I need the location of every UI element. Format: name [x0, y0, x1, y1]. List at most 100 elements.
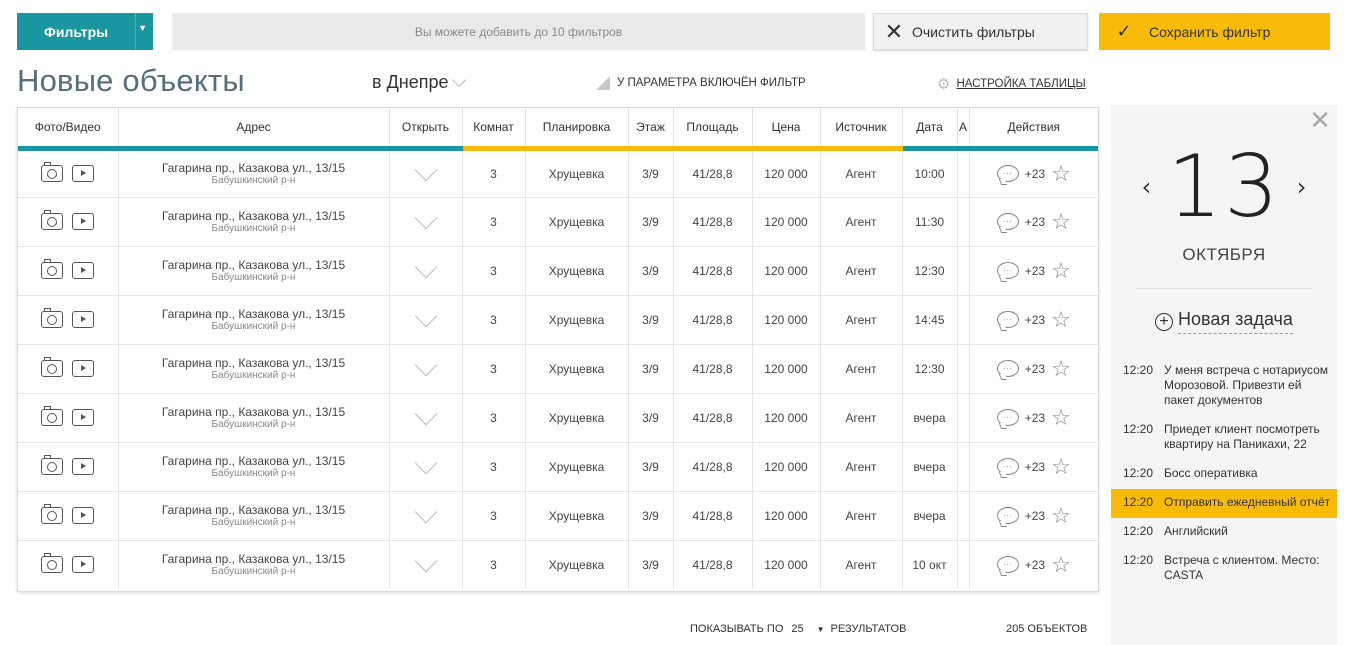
video-icon[interactable] — [72, 507, 95, 524]
task-text: У меня встреча с нотариусом Морозовой. П… — [1164, 363, 1328, 407]
camera-icon[interactable] — [41, 455, 64, 475]
table-row[interactable]: Гагарина пр., Казакова ул., 13/15 Бабушки… — [18, 246, 1098, 296]
address-cell: Гагарина пр., Казакова ул., 13/15 Бабушки… — [118, 491, 390, 541]
task-item[interactable]: 12:20 Встреча с клиентом. Место: CASTA — [1111, 547, 1337, 591]
table-row[interactable]: Гагарина пр., Казакова ул., 13/15 Бабушки… — [18, 442, 1098, 492]
star-icon[interactable]: ☆ — [1051, 504, 1071, 527]
camera-icon[interactable] — [41, 504, 64, 524]
star-icon[interactable]: ☆ — [1051, 162, 1071, 185]
table-row[interactable]: Гагарина пр., Казакова ул., 13/15 Бабушки… — [18, 197, 1098, 247]
video-icon[interactable] — [72, 556, 95, 574]
video-icon[interactable] — [72, 165, 95, 182]
column-header[interactable]: Комнат — [462, 108, 526, 151]
camera-icon[interactable] — [41, 553, 64, 574]
chevron-down-icon[interactable] — [414, 549, 437, 573]
day-selector: ‹ 13 › — [1111, 141, 1337, 233]
column-header[interactable]: Площадь — [673, 108, 753, 151]
filters-button[interactable]: Фильтры ▼ — [17, 13, 153, 50]
column-header[interactable]: Источник — [820, 108, 903, 151]
camera-icon[interactable] — [41, 259, 64, 279]
comment-icon[interactable]: ··· — [996, 458, 1019, 475]
save-filter-button[interactable]: ✓ Сохранить фильтр — [1099, 13, 1330, 50]
star-icon[interactable]: ☆ — [1051, 406, 1071, 429]
address-cell: Гагарина пр., Казакова ул., 13/15 Бабушки… — [118, 148, 390, 198]
floor-cell: 3/9 — [628, 295, 674, 345]
chevron-down-icon[interactable] — [414, 451, 437, 474]
address: Гагарина пр., Казакова ул., 13/15 — [161, 160, 346, 175]
chevron-down-icon[interactable] — [414, 255, 437, 278]
layout-cell: Хрущевка — [525, 148, 629, 198]
video-icon[interactable] — [72, 458, 95, 475]
table-row[interactable]: Гагарина пр., Казакова ул., 13/15 Бабушки… — [18, 491, 1098, 541]
table-settings-link[interactable]: ⚙ НАСТРОЙКА ТАБЛИЦЫ — [937, 75, 1086, 93]
comment-icon[interactable]: ··· — [996, 262, 1019, 279]
column-header[interactable]: Действия — [969, 108, 1098, 151]
comment-icon[interactable]: ··· — [996, 360, 1019, 377]
chevron-right-icon[interactable]: › — [1297, 173, 1307, 201]
clear-filters-button[interactable]: ✕ Очистить фильтры — [873, 13, 1088, 50]
video-icon[interactable] — [72, 213, 95, 230]
table-row[interactable]: Гагарина пр., Казакова ул., 13/15 Бабушки… — [18, 295, 1098, 345]
column-header[interactable]: Цена — [752, 108, 821, 151]
camera-icon[interactable] — [41, 308, 64, 328]
table-row[interactable]: Гагарина пр., Казакова ул., 13/15 Бабушки… — [18, 540, 1098, 589]
column-header[interactable]: Открыть — [389, 108, 463, 151]
dropdown-caret-icon[interactable]: ▼ — [138, 23, 147, 33]
table-row[interactable]: Гагарина пр., Казакова ул., 13/15 Бабушки… — [18, 148, 1098, 198]
page-size-dropdown-icon[interactable]: ▼ — [817, 625, 825, 634]
total-count: 205 ОБЪЕКТОВ — [1006, 623, 1088, 635]
close-icon[interactable]: ✕ — [1309, 107, 1331, 133]
chevron-down-icon[interactable] — [414, 353, 437, 376]
address: Гагарина пр., Казакова ул., 13/15 — [161, 306, 346, 321]
camera-icon[interactable] — [41, 406, 64, 426]
chevron-down-icon[interactable] — [414, 402, 437, 425]
chevron-down-icon[interactable] — [414, 206, 437, 229]
video-icon[interactable] — [72, 311, 95, 328]
camera-icon[interactable] — [41, 357, 64, 377]
chevron-down-icon[interactable] — [414, 158, 437, 181]
comment-icon[interactable]: ··· — [996, 507, 1019, 524]
comment-icon[interactable]: ··· — [996, 409, 1019, 426]
column-header[interactable]: А — [957, 108, 970, 151]
column-header[interactable]: Адрес — [118, 108, 390, 151]
comment-count: +23 — [1024, 508, 1046, 523]
date-cell: 14:45 — [902, 295, 958, 345]
price-cell: 120 000 — [752, 540, 821, 589]
star-icon[interactable]: ☆ — [1051, 308, 1071, 331]
city-selector[interactable]: в Днепре — [372, 72, 467, 93]
column-header[interactable]: Дата — [902, 108, 958, 151]
video-icon[interactable] — [72, 409, 95, 426]
video-icon[interactable] — [72, 360, 95, 377]
column-header[interactable]: Планировка — [525, 108, 629, 151]
open-cell — [389, 442, 463, 492]
table-row[interactable]: Гагарина пр., Казакова ул., 13/15 Бабушки… — [18, 344, 1098, 394]
star-icon[interactable]: ☆ — [1051, 210, 1071, 233]
chevron-down-icon — [452, 72, 467, 87]
task-item[interactable]: 12:20 У меня встреча с нотариусом Морозов… — [1111, 357, 1337, 416]
star-icon[interactable]: ☆ — [1051, 259, 1071, 282]
new-task-button[interactable]: + Новая задача — [1111, 309, 1337, 334]
open-cell — [389, 295, 463, 345]
table-row[interactable]: Гагарина пр., Казакова ул., 13/15 Бабушки… — [18, 393, 1098, 443]
star-icon[interactable]: ☆ — [1051, 455, 1071, 478]
task-item[interactable]: 12:20 Приедет клиент посмотреть квартиру … — [1111, 416, 1337, 460]
comment-icon[interactable]: ··· — [996, 556, 1019, 574]
comment-icon[interactable]: ··· — [996, 213, 1019, 230]
task-item[interactable]: 12:20 Английский — [1111, 518, 1337, 547]
video-icon[interactable] — [72, 262, 95, 279]
chevron-down-icon[interactable] — [414, 304, 437, 327]
comment-icon[interactable]: ··· — [996, 165, 1019, 182]
star-icon[interactable]: ☆ — [1051, 357, 1071, 380]
star-icon[interactable]: ☆ — [1051, 553, 1071, 576]
chevron-left-icon[interactable]: ‹ — [1142, 173, 1152, 201]
task-item[interactable]: 12:20 Отправить ежедневный отчёт — [1111, 489, 1337, 518]
page-size-value[interactable]: 25 — [791, 623, 803, 635]
column-header[interactable]: Этаж — [628, 108, 674, 151]
comment-icon[interactable]: ··· — [996, 311, 1019, 328]
column-header[interactable]: Фото/Видео — [18, 108, 119, 151]
chevron-down-icon[interactable] — [414, 500, 437, 523]
address-cell: Гагарина пр., Казакова ул., 13/15 Бабушки… — [118, 246, 390, 296]
camera-icon[interactable] — [41, 162, 64, 182]
camera-icon[interactable] — [41, 210, 64, 230]
task-item[interactable]: 12:20 Босс оперативка — [1111, 460, 1337, 489]
